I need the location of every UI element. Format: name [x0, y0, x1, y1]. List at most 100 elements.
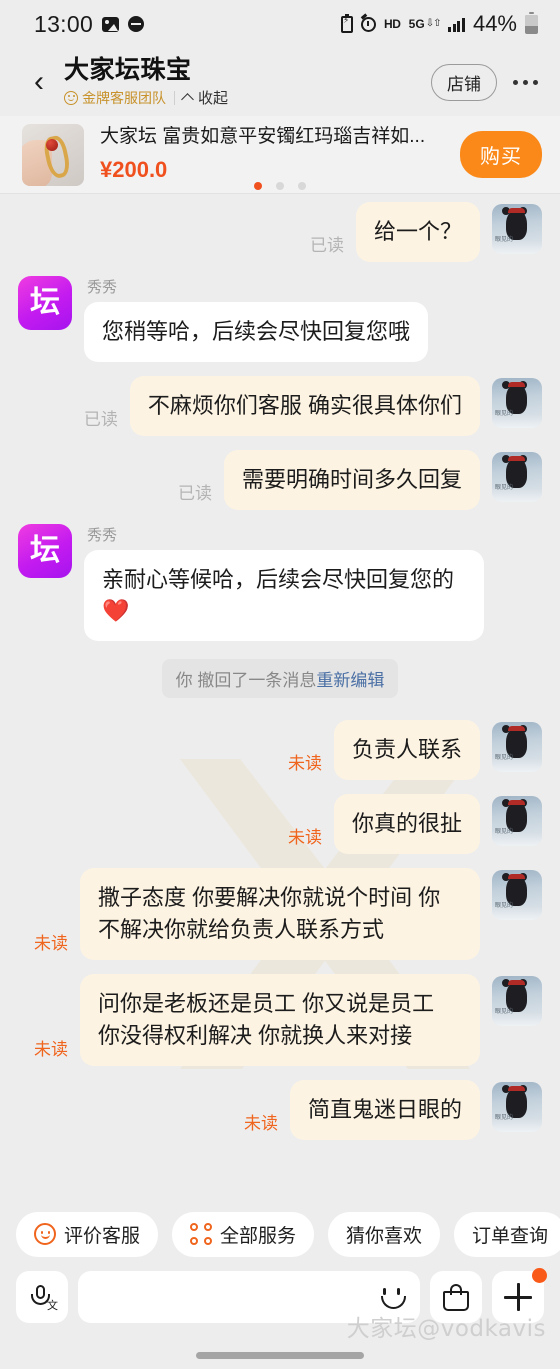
gold-badge-label: 金牌客服团队	[82, 89, 166, 106]
carousel-dot-1[interactable]	[254, 182, 262, 190]
product-title: 大家坛 富贵如意平安镯红玛瑙吉祥如...	[100, 126, 426, 148]
message-row: 未读 负责人联系 眼见的	[0, 720, 560, 781]
collapse-toggle[interactable]: 收起	[181, 87, 229, 108]
message-row: 坛秀秀 您稍等哈，后续会尽快回复您哦	[0, 275, 560, 362]
avatar[interactable]: 坛	[18, 275, 72, 330]
alarm-icon	[360, 16, 376, 32]
system-notice-row: 你 撤回了一条消息重新编辑	[0, 659, 560, 699]
hd-icon: HD	[383, 17, 401, 31]
header-divider	[174, 90, 175, 105]
carousel-dot-3[interactable]	[298, 182, 306, 190]
carousel-dot-2[interactable]	[276, 182, 284, 190]
message-status-unread: 未读	[243, 1113, 278, 1133]
message-status-read: 已读	[177, 483, 212, 503]
emoji-icon[interactable]	[378, 1283, 406, 1311]
battery-saver-icon	[340, 13, 353, 33]
message-status-read: 已读	[83, 409, 118, 429]
product-card[interactable]: 大家坛 富贵如意平安镯红玛瑙吉祥如... ¥200.0 购买	[0, 116, 560, 194]
voice-input-icon: 文	[29, 1283, 58, 1312]
status-bar: 13:00 HD 5G ⇩⇧ 44%	[0, 0, 560, 48]
data-arrows-icon: ⇩⇧	[425, 18, 442, 29]
message-input[interactable]	[92, 1285, 378, 1309]
shop-button[interactable]: 店铺	[431, 63, 497, 101]
message-bubble[interactable]: 你真的很扯	[333, 794, 480, 855]
sender-name: 秀秀	[87, 526, 118, 544]
message-column: 秀秀亲耐心等候哈，后续会尽快回复您的❤️	[84, 524, 484, 642]
home-indicator[interactable]	[196, 1352, 364, 1359]
message-column: 秀秀 您稍等哈，后续会尽快回复您哦	[84, 276, 429, 362]
quick-action-bar[interactable]: 评价客服 全部服务 猜你喜欢 订单查询	[0, 1205, 560, 1263]
back-button[interactable]: ‹	[24, 67, 54, 97]
message-bubble[interactable]: 您稍等哈，后续会尽快回复您哦	[84, 301, 429, 362]
quick-action-label: 全部服务	[220, 1225, 297, 1247]
avatar[interactable]: 眼见的	[492, 722, 542, 773]
status-time: 13:00	[34, 10, 94, 37]
product-thumbnail[interactable]	[22, 123, 84, 186]
message-row: 已读 需要明确时间多久回复 眼见的	[0, 449, 560, 510]
battery-percent: 44%	[472, 11, 517, 36]
status-bar-right: HD 5G ⇩⇧ 44%	[340, 11, 538, 37]
smiley-badge-icon	[64, 90, 78, 105]
gold-service-badge: 金牌客服团队	[64, 88, 166, 108]
5g-label: 5G	[408, 17, 425, 31]
re-edit-link[interactable]: 重新编辑	[316, 671, 384, 690]
image-watermark: 大家坛@vodkavis	[346, 1316, 546, 1342]
avatar[interactable]: 眼见的	[492, 204, 542, 254]
app-header: ‹ 大家坛珠宝 金牌客服团队 收起 店铺	[0, 48, 560, 116]
message-bubble[interactable]: 不麻烦你们客服 确实很具体你们	[129, 375, 480, 436]
chevron-up-icon	[181, 93, 194, 106]
product-info: 大家坛 富贵如意平安镯红玛瑙吉祥如... ¥200.0	[84, 126, 448, 183]
message-status-unread: 未读	[287, 828, 322, 848]
shopping-bag-icon	[443, 1283, 469, 1311]
5g-icon: 5G ⇩⇧	[408, 17, 442, 31]
message-bubble[interactable]: 问你是老板还是员工 你又说是员工 你没得权利解决 你就换人来对接	[80, 973, 480, 1066]
smiley-icon	[34, 1223, 56, 1245]
image-icon	[102, 16, 120, 32]
message-bubble[interactable]: 亲耐心等候哈，后续会尽快回复您的❤️	[84, 549, 484, 642]
quick-action-label: 评价客服	[64, 1225, 141, 1247]
message-row: 未读 你真的很扯 眼见的	[0, 794, 560, 855]
plus-icon	[504, 1283, 532, 1311]
avatar[interactable]: 眼见的	[492, 796, 542, 847]
notification-dot-badge	[532, 1268, 547, 1283]
avatar[interactable]: 眼见的	[492, 377, 542, 428]
header-subtitle: 金牌客服团队 收起	[64, 87, 431, 108]
more-menu-icon[interactable]	[513, 79, 538, 85]
quick-action-label: 猜你喜欢	[346, 1225, 423, 1247]
message-status-unread: 未读	[287, 754, 322, 774]
message-bubble[interactable]: 负责人联系	[333, 720, 480, 781]
message-status-unread: 未读	[34, 933, 68, 953]
carousel-indicator	[0, 182, 560, 190]
chat-screen: 13:00 HD 5G ⇩⇧ 44% ‹ 大家坛珠宝 金牌客服团队	[0, 0, 560, 1369]
page-title: 大家坛珠宝	[64, 55, 192, 84]
message-bubble[interactable]: 简直鬼迷日眼的	[289, 1079, 480, 1140]
avatar[interactable]: 眼见的	[492, 451, 542, 502]
red-bead-shape	[46, 138, 58, 151]
collapse-label: 收起	[198, 90, 229, 108]
quick-action-1[interactable]: 评价客服	[16, 1211, 159, 1257]
message-bubble[interactable]: 撒子态度 你要解决你就说个时间 你不解决你就给负责人联系方式	[80, 868, 480, 960]
quick-action-label: 订单查询	[472, 1225, 549, 1247]
voice-input-button[interactable]: 文	[16, 1271, 68, 1323]
buy-button[interactable]: 购买	[460, 131, 542, 178]
quick-action-3[interactable]: 猜你喜欢	[328, 1211, 441, 1257]
message-bubble[interactable]: 需要明确时间多久回复	[223, 449, 480, 510]
status-bar-left: 13:00	[34, 10, 145, 38]
avatar[interactable]: 坛	[18, 523, 72, 578]
message-list[interactable]: 已读 给一个？ 眼见的坛秀秀 您稍等哈，后续会尽快回复您哦 已读 不麻烦你们客服 确实很具…	[0, 194, 560, 1205]
recall-notice: 你 撤回了一条消息重新编辑	[161, 659, 399, 699]
quick-action-2[interactable]: 全部服务	[172, 1211, 315, 1257]
header-titles: 大家坛珠宝 金牌客服团队 收起	[54, 56, 431, 109]
message-row: 未读 撒子态度 你要解决你就说个时间 你不解决你就给负责人联系方式 眼见的	[0, 868, 560, 960]
avatar[interactable]: 眼见的	[492, 975, 542, 1026]
avatar[interactable]: 眼见的	[492, 1081, 542, 1132]
minus-circle-icon	[128, 16, 145, 32]
message-rows: 已读 给一个？ 眼见的坛秀秀 您稍等哈，后续会尽快回复您哦 已读 不麻烦你们客服 确实很具…	[0, 202, 560, 1140]
message-row: 坛秀秀亲耐心等候哈，后续会尽快回复您的❤️	[0, 523, 560, 642]
quick-action-4[interactable]: 订单查询	[454, 1211, 560, 1257]
avatar[interactable]: 眼见的	[492, 870, 542, 921]
message-row: 未读 简直鬼迷日眼的 眼见的	[0, 1079, 560, 1140]
message-bubble[interactable]: 给一个？	[355, 202, 480, 262]
recall-notice-text: 你 撤回了一条消息	[175, 671, 317, 691]
grid-icon	[190, 1223, 213, 1245]
